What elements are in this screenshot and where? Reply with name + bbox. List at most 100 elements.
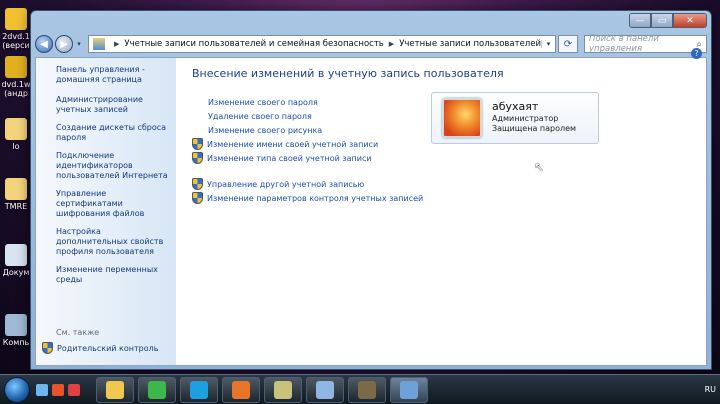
breadcrumb-user-accounts-family[interactable]: Учетные записи пользователей и семейная … bbox=[124, 39, 383, 49]
desktop-icon[interactable]: 2dvd.1 (верси bbox=[0, 8, 32, 50]
language-indicator[interactable]: RU bbox=[705, 385, 716, 394]
close-button[interactable]: ✕ bbox=[673, 13, 707, 28]
sidebar-item-online-ids[interactable]: Подключение идентификаторов пользователе… bbox=[56, 151, 170, 181]
desktop-file-icon bbox=[5, 8, 27, 30]
control-panel-icon bbox=[93, 38, 105, 50]
task-link-label: Изменение типа своей учетной записи bbox=[207, 153, 372, 163]
sidebar-item-env-vars[interactable]: Изменение переменных среды bbox=[56, 265, 170, 285]
mouse-cursor-icon: ↖ bbox=[534, 160, 545, 174]
control-panel-icon bbox=[400, 380, 418, 399]
sidebar: Панель управления - домашняя страница Ад… bbox=[36, 58, 176, 365]
task-link-label: Изменение параметров контроля учетных за… bbox=[207, 193, 424, 203]
taskbar-button-notes[interactable] bbox=[264, 376, 302, 403]
mail-agent-icon bbox=[148, 380, 166, 399]
desktop-icon-label: dvd.1w bbox=[1, 80, 31, 89]
maximize-button[interactable]: ▭ bbox=[651, 13, 673, 28]
sidebar-item-certificates[interactable]: Управление сертификатами шифрования файл… bbox=[56, 189, 170, 219]
recent-pages-dropdown[interactable]: ▾ bbox=[74, 40, 84, 48]
desktop-icon[interactable]: TMRE bbox=[0, 178, 32, 211]
sidebar-item-reset-disk[interactable]: Создание дискеты сброса пароля bbox=[56, 123, 170, 143]
taskbar-button-firefox[interactable] bbox=[222, 376, 260, 403]
desktop-icon-label: TMRE bbox=[4, 202, 28, 211]
firefox-icon bbox=[232, 380, 250, 399]
sidebar-home-link[interactable]: Панель управления - домашняя страница bbox=[56, 65, 170, 85]
taskbar-button-explorer[interactable] bbox=[96, 376, 134, 403]
address-bar[interactable]: ▶ Учетные записи пользователей и семейна… bbox=[88, 35, 556, 53]
desktop-file-icon bbox=[5, 244, 27, 266]
uac-shield-icon bbox=[192, 178, 203, 190]
uac-shield-icon bbox=[192, 152, 203, 164]
quick-launch-icon[interactable] bbox=[68, 383, 80, 396]
taskbar-buttons bbox=[96, 376, 428, 403]
taskbar: RU bbox=[0, 374, 720, 404]
search-input[interactable]: Поиск в панели управления ⌕ bbox=[584, 34, 707, 54]
notes-icon bbox=[274, 380, 292, 399]
parental-controls-link[interactable]: Родительский контроль bbox=[42, 342, 158, 354]
address-dropdown-icon[interactable]: ▾ bbox=[541, 40, 555, 48]
search-placeholder: Поиск в панели управления bbox=[589, 34, 659, 54]
desktop-icon[interactable]: Компь bbox=[0, 314, 32, 347]
link-group-spacer bbox=[192, 165, 706, 177]
desktop-icon-label: lo bbox=[12, 142, 20, 151]
quick-launch bbox=[36, 383, 80, 396]
breadcrumb-user-accounts[interactable]: Учетные записи пользователей bbox=[399, 39, 541, 49]
taskbar-button-images[interactable] bbox=[306, 376, 344, 403]
forward-button[interactable]: ▶ bbox=[55, 35, 73, 53]
main-panel: ? Внесение изменений в учетную запись по… bbox=[176, 48, 706, 365]
desktop-icon-sublabel: (верси bbox=[2, 41, 30, 50]
address-row: ◀ ▶ ▾ ▶ Учетные записи пользователей и с… bbox=[35, 33, 707, 55]
desktop-icon[interactable]: lo bbox=[0, 118, 32, 151]
parental-controls-label: Родительский контроль bbox=[57, 343, 159, 353]
sidebar-item-profile[interactable]: Настройка дополнительных свойств профиля… bbox=[56, 227, 170, 257]
refresh-button[interactable]: ⟳ bbox=[558, 35, 578, 53]
task-link[interactable]: Управление другой учетной записью bbox=[192, 177, 706, 191]
back-button[interactable]: ◀ bbox=[35, 35, 53, 53]
desktop-icon-sublabel: (андр bbox=[4, 89, 28, 98]
content-area: Панель управления - домашняя страница Ад… bbox=[35, 48, 707, 366]
see-also-heading: См. также bbox=[56, 328, 100, 337]
page-title: Внесение изменений в учетную запись поль… bbox=[192, 67, 504, 80]
skype-icon bbox=[190, 380, 208, 399]
desktop-icon-label: Докум bbox=[2, 268, 30, 277]
user-role: Администратор bbox=[492, 114, 559, 123]
uac-shield-icon bbox=[42, 342, 53, 354]
user-account-card: абухаят Администратор Защищена паролем bbox=[431, 92, 599, 144]
caption-buttons: — ▭ ✕ bbox=[629, 13, 707, 28]
user-info: абухаят Администратор Защищена паролем bbox=[492, 100, 577, 134]
sidebar-item-admin[interactable]: Администрирование учетных записей bbox=[56, 95, 170, 115]
user-status: Защищена паролем bbox=[492, 124, 577, 133]
task-link-label: Управление другой учетной записью bbox=[207, 179, 365, 189]
desktop-file-icon bbox=[5, 314, 27, 336]
breadcrumb-separator-icon: ▶ bbox=[114, 40, 120, 48]
quick-launch-icon[interactable] bbox=[36, 383, 48, 396]
taskbar-button-mail-agent[interactable] bbox=[138, 376, 176, 403]
desktop-icon[interactable]: dvd.1w (андр bbox=[0, 56, 32, 98]
taskbar-button-skype[interactable] bbox=[180, 376, 218, 403]
task-link[interactable]: Изменение параметров контроля учетных за… bbox=[192, 191, 706, 205]
control-panel-window: — ▭ ✕ ◀ ▶ ▾ ▶ Учетные записи пользовател… bbox=[30, 10, 712, 370]
desktop-file-icon bbox=[5, 118, 27, 140]
task-link-label: Изменение своего рисунка bbox=[208, 125, 323, 135]
desktop-icon[interactable]: Докум bbox=[0, 244, 32, 277]
taskbar-button-camera[interactable] bbox=[348, 376, 386, 403]
images-icon bbox=[316, 380, 334, 399]
task-link-label: Изменение имени своей учетной записи bbox=[207, 139, 379, 149]
quick-launch-icon[interactable] bbox=[52, 383, 64, 396]
start-button[interactable] bbox=[4, 376, 30, 403]
desktop-icon-label: Компь bbox=[2, 338, 30, 347]
desktop-icon-label: 2dvd.1 bbox=[2, 32, 30, 41]
uac-shield-icon bbox=[192, 192, 203, 204]
task-link-label: Изменение своего пароля bbox=[208, 97, 318, 107]
minimize-button[interactable]: — bbox=[629, 13, 651, 28]
taskbar-button-control-panel[interactable] bbox=[390, 376, 428, 403]
desktop-file-icon bbox=[5, 178, 27, 200]
user-avatar bbox=[442, 98, 482, 138]
breadcrumb-separator-icon: ▶ bbox=[388, 40, 395, 48]
help-icon[interactable]: ? bbox=[691, 48, 702, 59]
user-name: абухаят bbox=[492, 100, 539, 113]
camera-icon bbox=[358, 380, 376, 399]
desktop-file-icon bbox=[5, 56, 27, 78]
task-link[interactable]: Изменение типа своей учетной записи bbox=[192, 151, 706, 165]
explorer-icon bbox=[106, 380, 124, 399]
task-link-label: Удаление своего пароля bbox=[208, 111, 312, 121]
